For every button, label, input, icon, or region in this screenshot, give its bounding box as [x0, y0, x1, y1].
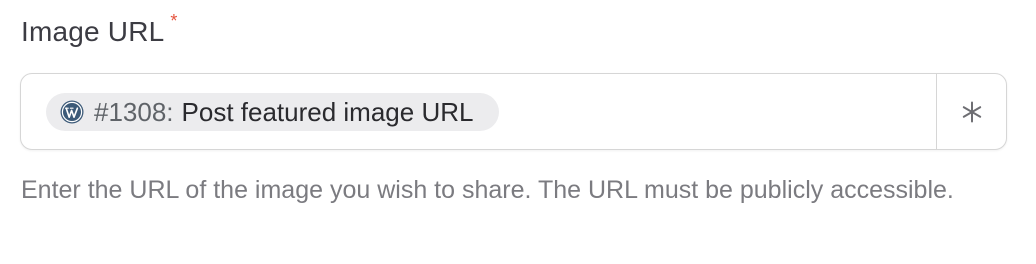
asterisk-icon: [962, 101, 981, 122]
field-help-text: Enter the URL of the image you wish to s…: [21, 176, 954, 204]
token-id: #1308:: [94, 96, 174, 127]
image-url-field: Image URL * #1308: Post featured image U…: [0, 0, 1036, 264]
input-content-area[interactable]: #1308: Post featured image URL: [21, 74, 936, 149]
field-label: Image URL: [21, 16, 165, 47]
wordpress-icon: [60, 100, 84, 123]
dynamic-value-token[interactable]: #1308: Post featured image URL: [46, 92, 500, 131]
token-text: Post featured image URL: [181, 96, 474, 127]
custom-value-toggle[interactable]: [936, 74, 1006, 149]
field-label-row: Image URL *: [21, 10, 177, 54]
required-marker: *: [170, 11, 178, 31]
image-url-input[interactable]: #1308: Post featured image URL: [20, 73, 1007, 150]
